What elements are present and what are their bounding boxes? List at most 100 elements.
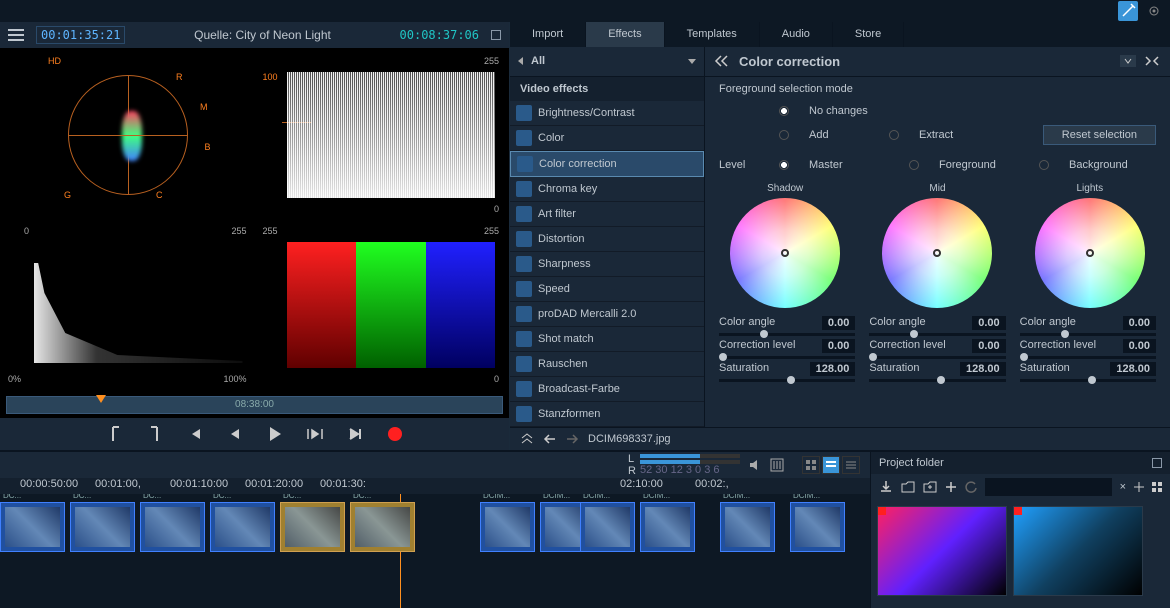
popout-icon[interactable] bbox=[491, 30, 501, 40]
mark-in-button[interactable] bbox=[106, 425, 124, 443]
timeline-clip[interactable]: DCIM... bbox=[720, 502, 775, 552]
param-slider[interactable] bbox=[869, 333, 1005, 336]
timeline-clip[interactable]: DCIM... bbox=[790, 502, 845, 552]
param-value[interactable]: 0.00 bbox=[1123, 339, 1156, 353]
radio-foreground[interactable] bbox=[909, 160, 919, 170]
record-button[interactable] bbox=[386, 425, 404, 443]
new-folder-icon[interactable] bbox=[923, 481, 937, 493]
media-thumbnail[interactable] bbox=[877, 506, 1007, 596]
lights-wheel[interactable] bbox=[1035, 198, 1145, 308]
mixer-icon[interactable] bbox=[770, 458, 784, 472]
tab-import[interactable]: Import bbox=[510, 22, 586, 47]
fx-item[interactable]: Broadcast-Farbe bbox=[510, 377, 704, 402]
param-slider[interactable] bbox=[719, 356, 855, 359]
collapse-up-icon[interactable] bbox=[520, 433, 534, 445]
timeline-clip[interactable]: DCIM... bbox=[580, 502, 635, 552]
param-value[interactable]: 0.00 bbox=[972, 339, 1005, 353]
tab-templates[interactable]: Templates bbox=[665, 22, 760, 47]
fx-item[interactable]: Color bbox=[510, 126, 704, 151]
timeline-clip[interactable]: DCIM... bbox=[640, 502, 695, 552]
view-list-button[interactable] bbox=[842, 456, 860, 474]
nav-back-icon[interactable] bbox=[544, 434, 556, 444]
shadow-wheel[interactable] bbox=[730, 198, 840, 308]
param-value[interactable]: 0.00 bbox=[972, 316, 1005, 330]
timeline-clip[interactable]: DC... bbox=[210, 502, 275, 552]
timeline-tracks[interactable]: DC...DC...DC...DC...DC...DC...DCIM...DCI… bbox=[0, 494, 870, 608]
param-value[interactable]: 0.00 bbox=[1123, 316, 1156, 330]
fx-item[interactable]: Stanzformen bbox=[510, 402, 704, 427]
timeline-clip[interactable]: DC... bbox=[140, 502, 205, 552]
view-grid-button[interactable] bbox=[802, 456, 820, 474]
tab-effects[interactable]: Effects bbox=[586, 22, 664, 47]
fx-item[interactable]: Sharpness bbox=[510, 252, 704, 277]
popout-icon[interactable] bbox=[1152, 458, 1162, 468]
mid-wheel[interactable] bbox=[882, 198, 992, 308]
mute-icon[interactable] bbox=[748, 458, 762, 472]
fx-item[interactable]: Distortion bbox=[510, 227, 704, 252]
play-range-button[interactable] bbox=[306, 425, 324, 443]
magic-wand-button[interactable] bbox=[1118, 1, 1138, 21]
fx-item[interactable]: Brightness/Contrast bbox=[510, 101, 704, 126]
param-slider[interactable] bbox=[719, 333, 855, 336]
add-small-icon[interactable] bbox=[1134, 482, 1144, 492]
fx-category[interactable]: Video effects bbox=[510, 77, 704, 101]
play-button[interactable] bbox=[266, 425, 284, 443]
fx-item[interactable]: Art filter bbox=[510, 202, 704, 227]
radio-nochanges[interactable] bbox=[779, 106, 789, 116]
tab-store[interactable]: Store bbox=[833, 22, 904, 47]
reset-selection-button[interactable]: Reset selection bbox=[1043, 125, 1156, 145]
timeline-clip[interactable]: DC... bbox=[70, 502, 135, 552]
fx-item[interactable]: Color correction bbox=[510, 151, 704, 177]
timeline-clip[interactable]: DCIM... bbox=[480, 502, 535, 552]
view-timeline-button[interactable] bbox=[822, 456, 840, 474]
go-start-button[interactable] bbox=[186, 425, 204, 443]
param-slider[interactable] bbox=[1020, 379, 1156, 382]
grid-small-icon[interactable] bbox=[1152, 482, 1162, 492]
prev-frame-button[interactable] bbox=[226, 425, 244, 443]
refresh-icon[interactable] bbox=[965, 481, 977, 493]
tab-audio[interactable]: Audio bbox=[760, 22, 833, 47]
scrub-playhead-icon[interactable] bbox=[96, 395, 106, 403]
back-icon[interactable] bbox=[518, 57, 523, 65]
radio-background[interactable] bbox=[1039, 160, 1049, 170]
search-input[interactable] bbox=[985, 478, 1112, 496]
param-slider[interactable] bbox=[869, 356, 1005, 359]
fx-item[interactable]: Chroma key bbox=[510, 177, 704, 202]
param-slider[interactable] bbox=[1020, 333, 1156, 336]
mark-out-button[interactable] bbox=[146, 425, 164, 443]
fx-item[interactable]: Speed bbox=[510, 277, 704, 302]
param-slider[interactable] bbox=[869, 379, 1005, 382]
preset-dropdown-icon[interactable] bbox=[1120, 55, 1136, 67]
fx-item[interactable]: Shot match bbox=[510, 327, 704, 352]
timeline-clip[interactable]: DC... bbox=[280, 502, 345, 552]
radio-extract[interactable] bbox=[889, 130, 899, 140]
media-thumbnail[interactable] bbox=[1013, 506, 1143, 596]
timeline-ruler[interactable]: 00:08:37:06 00:00:50:00 00:01:00, 00:01:… bbox=[0, 478, 870, 494]
go-end-button[interactable] bbox=[346, 425, 364, 443]
settings-gear-button[interactable] bbox=[1144, 1, 1164, 21]
scrub-bar[interactable]: 08:38:00 bbox=[6, 396, 503, 414]
dropdown-icon[interactable] bbox=[688, 59, 696, 64]
param-slider[interactable] bbox=[719, 379, 855, 382]
import-icon[interactable] bbox=[879, 480, 893, 494]
fx-item[interactable]: proDAD Mercalli 2.0 bbox=[510, 302, 704, 327]
param-slider[interactable] bbox=[1020, 356, 1156, 359]
param-value[interactable]: 0.00 bbox=[822, 339, 855, 353]
timecode-in[interactable]: 00:01:35:21 bbox=[36, 26, 125, 44]
nav-fwd-icon[interactable] bbox=[566, 434, 578, 444]
menu-icon[interactable] bbox=[8, 29, 24, 41]
param-value[interactable]: 0.00 bbox=[822, 316, 855, 330]
collapse-icon[interactable] bbox=[715, 55, 729, 67]
timeline-clip[interactable]: DC... bbox=[350, 502, 415, 552]
add-icon[interactable] bbox=[945, 481, 957, 493]
clear-icon[interactable]: × bbox=[1120, 481, 1126, 493]
radio-master[interactable] bbox=[779, 160, 789, 170]
param-value[interactable]: 128.00 bbox=[810, 362, 856, 376]
timeline-clip[interactable]: DC... bbox=[0, 502, 65, 552]
radio-add[interactable] bbox=[779, 130, 789, 140]
fx-item[interactable]: Rauschen bbox=[510, 352, 704, 377]
param-value[interactable]: 128.00 bbox=[1110, 362, 1156, 376]
param-value[interactable]: 128.00 bbox=[960, 362, 1006, 376]
folder-icon[interactable] bbox=[901, 481, 915, 493]
compare-icon[interactable] bbox=[1144, 55, 1160, 67]
